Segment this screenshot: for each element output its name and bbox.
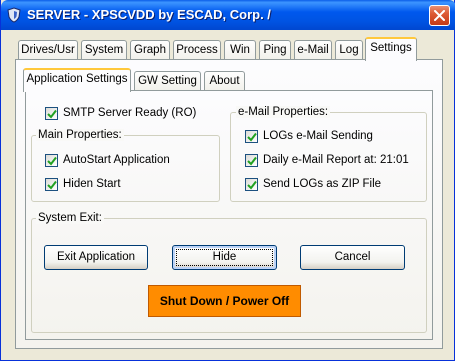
tab-log[interactable]: Log (335, 40, 363, 61)
close-button[interactable] (429, 5, 450, 26)
checkmark-icon (247, 132, 257, 142)
tab-graph[interactable]: Graph (130, 40, 170, 61)
tab-label: e-Mail (297, 44, 329, 56)
tab-win[interactable]: Win (224, 40, 256, 61)
checkbox-label: Hiden Start (63, 178, 121, 190)
tab-label: Ping (263, 44, 287, 56)
tab-label: Win (230, 44, 250, 56)
tab-drives-usr[interactable]: Drives/Usr (18, 40, 78, 61)
checkbox-box[interactable] (245, 154, 258, 167)
checkbox-box[interactable] (45, 154, 58, 167)
checkmark-icon (47, 156, 57, 166)
system-exit-title: System Exit: (36, 212, 104, 224)
checkbox-label: LOGs e-Mail Sending (263, 130, 373, 142)
checkbox-box[interactable] (245, 130, 258, 143)
exit-application-button[interactable]: Exit Application (44, 245, 148, 270)
email-properties-title: e-Mail Properties: (236, 106, 331, 118)
button-label: Cancel (334, 251, 371, 263)
checkbox-box[interactable] (45, 178, 58, 191)
button-label: Exit Application (57, 251, 135, 263)
tab-system[interactable]: System (81, 40, 127, 61)
tab-label: Log (339, 44, 359, 56)
checkmark-icon (247, 156, 257, 166)
tab-email[interactable]: e-Mail (294, 40, 332, 61)
checkmark-icon (247, 180, 257, 190)
button-label: Shut Down / Power Off (159, 294, 290, 308)
tab-label: GW Setting (138, 75, 197, 87)
shield-icon[interactable] (7, 7, 21, 23)
focus-rect (176, 249, 273, 266)
tab-application-settings[interactable]: Application Settings (23, 68, 131, 92)
window-title: SERVER - XPSCVDD by ESCAD, Corp. / (27, 7, 271, 22)
checkbox-label: SMTP Server Ready (RO) (63, 107, 197, 119)
hide-button[interactable]: Hide (172, 245, 277, 270)
tab-label: Drives/Usr (21, 44, 75, 56)
checkbox-box[interactable] (45, 107, 58, 120)
tab-label: Graph (134, 44, 166, 56)
checkbox-label: Daily e-Mail Report at: 21:01 (263, 154, 409, 166)
tab-about[interactable]: About (204, 71, 245, 92)
title-bar[interactable]: SERVER - XPSCVDD by ESCAD, Corp. / (1, 0, 455, 30)
tab-settings[interactable]: Settings (365, 37, 417, 61)
main-properties-title: Main Properties: (36, 129, 124, 141)
close-icon (434, 10, 445, 21)
shut-down-power-off-button[interactable]: Shut Down / Power Off (148, 285, 301, 317)
app-window: SERVER - XPSCVDD by ESCAD, Corp. / Drive… (0, 0, 455, 361)
tab-label: System (84, 44, 124, 56)
checkbox-box[interactable] (245, 178, 258, 191)
checkmark-icon (47, 109, 57, 119)
tab-label: Process (176, 44, 218, 56)
tab-ping[interactable]: Ping (259, 40, 291, 61)
tab-label: About (209, 75, 240, 87)
tab-process[interactable]: Process (173, 40, 221, 61)
tab-label: Application Settings (26, 73, 128, 85)
tab-label: Settings (370, 42, 412, 54)
checkmark-icon (47, 180, 57, 190)
checkbox-label: Send LOGs as ZIP File (263, 178, 382, 190)
tab-gw-setting[interactable]: GW Setting (134, 71, 201, 92)
main-properties-group (31, 135, 220, 202)
cancel-button[interactable]: Cancel (300, 245, 405, 270)
checkbox-label: AutoStart Application (63, 154, 170, 166)
